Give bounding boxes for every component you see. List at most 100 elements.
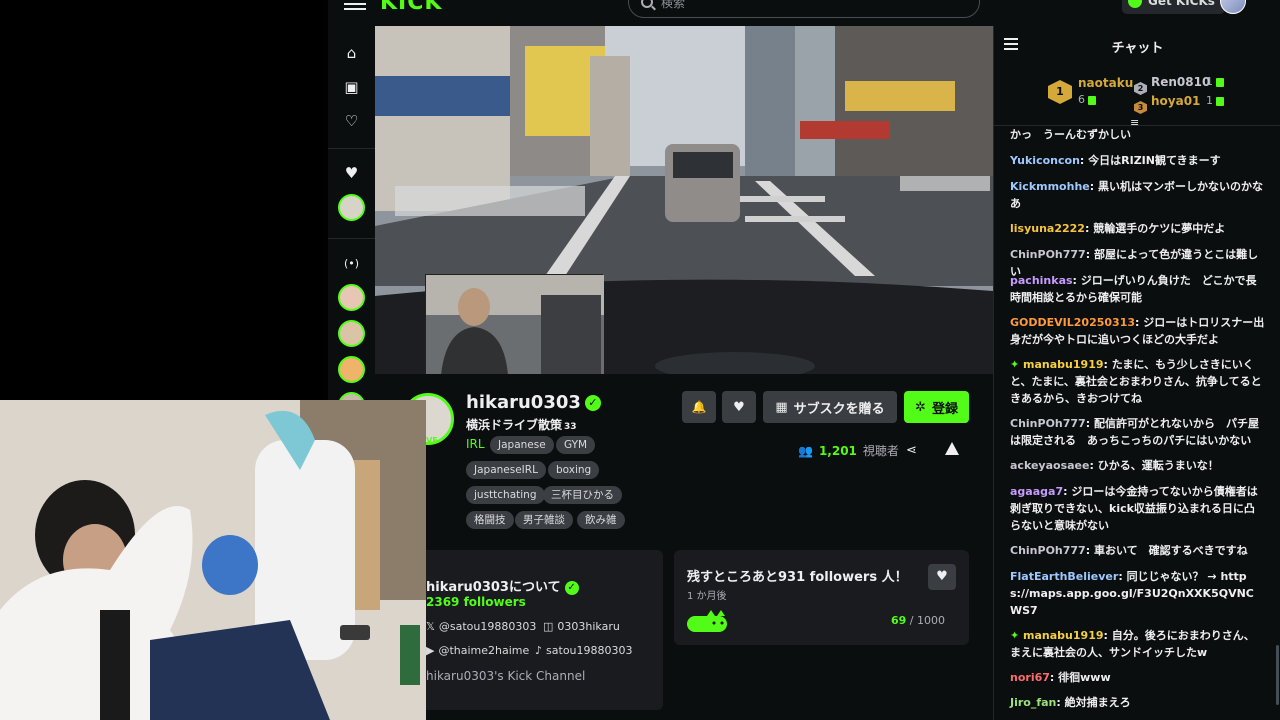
leaderboard-name[interactable]: hoya01 — [1151, 94, 1200, 108]
chat-message: かっ うーんむずかしい — [1010, 126, 1265, 143]
chat-username[interactable]: Yukiconcon — [1010, 154, 1080, 167]
notification-bell-button[interactable]: 🔔 — [682, 391, 716, 423]
browse-icon[interactable]: ▣ — [342, 78, 361, 97]
sparkle-badge-icon: ✦ — [1010, 358, 1024, 371]
category-link[interactable]: IRL — [466, 437, 485, 451]
viewer-count-label: 視聴者 — [862, 444, 899, 458]
chat-text: 今日はRIZIN観てきまーす — [1088, 154, 1221, 167]
chat-title: チャット — [1111, 41, 1164, 56]
youtube-link[interactable]: ▶ @thaime2haime — [426, 644, 529, 657]
stream-title-text: 横浜ドライブ散策 — [466, 418, 563, 432]
recommended-channel-avatar[interactable] — [338, 320, 365, 347]
x-link[interactable]: 𝕏 @satou19880303 — [426, 620, 536, 633]
viewer-count-value: 1,201 — [818, 443, 857, 458]
gift-icon — [1216, 77, 1224, 87]
goal-time: 1 か月後 — [687, 591, 727, 602]
tag-chip[interactable]: GYM — [556, 436, 596, 454]
chat-text: かっ うーんむずかしい — [1010, 128, 1131, 141]
chat-username[interactable]: ackeyaosaee — [1010, 459, 1089, 472]
share-icon[interactable]: ⋖ — [906, 443, 917, 458]
chat-username[interactable]: Kickmmohhe — [1010, 180, 1090, 193]
x-icon: 𝕏 — [426, 620, 435, 633]
chat-username[interactable]: agaaga7 — [1010, 485, 1063, 498]
webcam-overlay — [0, 400, 426, 720]
webcam-frame — [0, 400, 426, 720]
report-warning-icon[interactable] — [945, 442, 959, 455]
goal-progress-text: 69 / 1000 — [891, 614, 945, 627]
about-heading: hikaru0303について ✓ — [426, 576, 579, 595]
chat-panel: チャット 1 naotaku 6 2 Ren0810 1 3 hoya01 1 … — [993, 26, 1280, 720]
chat-username[interactable]: manabu1919 — [1023, 358, 1103, 371]
chat-username[interactable]: lisyuna2222 — [1010, 222, 1085, 235]
following-heart-icon[interactable]: ♡ — [342, 112, 361, 131]
chat-message: ackeyaosaee: ひかる、運転うまいな！ — [1010, 459, 1219, 472]
chat-text: 絶対捕まえろ — [1064, 696, 1131, 709]
tag-chip[interactable]: JapaneseIRL — [466, 461, 546, 479]
tag-chip[interactable]: justtchating — [466, 486, 545, 504]
streamer-name[interactable]: hikaru0303 ✓ — [466, 392, 601, 413]
subscribe-button[interactable]: ✲ 登録 — [904, 391, 969, 423]
tag-chip[interactable]: 飲み雑 — [577, 511, 625, 529]
stream-title-suffix: 33 — [564, 422, 577, 432]
get-kicks-button[interactable]: Get KICKs — [1122, 0, 1225, 14]
followed-channel-avatar[interactable] — [338, 194, 365, 221]
menu-icon[interactable] — [344, 0, 366, 15]
goal-follow-heart-button[interactable]: ♥ — [928, 564, 956, 590]
goal-target: / 1000 — [909, 614, 945, 627]
tag-chip[interactable]: Japanese — [490, 436, 554, 454]
chat-username[interactable]: GODDEVIL20250313 — [1010, 316, 1135, 329]
about-heading-text: hikaru0303について — [426, 580, 561, 595]
goal-mascot-icon — [687, 610, 729, 634]
gift-icon — [1216, 96, 1224, 106]
chat-message: lisyuna2222: 競輪選手のケツに夢中だよ — [1010, 222, 1226, 235]
chat-message: nori67: 徘徊www — [1010, 671, 1111, 684]
recommended-channel-avatar[interactable] — [338, 284, 365, 311]
chat-message: agaaga7: ジローは今金持ってないから債権者は剥ぎ取りできない、kick収… — [1010, 485, 1258, 532]
home-icon[interactable]: ⌂ — [342, 44, 361, 63]
subscribe-star-icon: ✲ — [915, 399, 926, 415]
channel-description: hikaru0303's Kick Channel — [426, 669, 586, 683]
tag-chip[interactable]: 格闘技 — [466, 511, 514, 529]
tag-chip[interactable]: 三杯目ひかる — [543, 486, 622, 504]
instagram-link[interactable]: ◫ 0303hikaru — [543, 620, 620, 633]
recommended-channel-avatar[interactable] — [338, 356, 365, 383]
leaderboard-count: 6 — [1078, 93, 1096, 106]
tag-chip[interactable]: boxing — [548, 461, 600, 479]
chat-username[interactable]: ChinPOh777 — [1010, 248, 1086, 261]
chat-username[interactable]: nori67 — [1010, 671, 1050, 684]
chat-message: Kickmmohhe: 黒い机はマンボーしかないのかなあ — [1010, 180, 1263, 210]
chat-username[interactable]: pachinkas — [1010, 274, 1073, 287]
kick-logo[interactable]: KICK — [380, 0, 442, 15]
chat-text: 徘徊www — [1058, 671, 1111, 684]
leaderboard-count: 1 — [1206, 94, 1224, 107]
sidebar-divider — [328, 238, 375, 239]
chat-message: ✦ manabu1919: たまに、もう少しさきにいくと、たまに、裏社会とおまわ… — [1010, 358, 1262, 405]
tag-chip[interactable]: 男子雑談 — [515, 511, 573, 529]
rank-badge-icon: 1 — [1048, 80, 1072, 104]
goal-current: 69 — [890, 614, 907, 627]
leaderboard-name[interactable]: Ren0810 — [1151, 75, 1210, 89]
follower-goal-card: 残すところあと931 followers 人！ 1 か月後 ♥ 69 / 100… — [674, 550, 969, 645]
search-icon — [641, 0, 653, 8]
chat-username[interactable]: ChinPOh777 — [1010, 544, 1086, 557]
chat-messages: かっ うーんむずかしい Yukiconcon: 今日はRIZIN観てきまーす K… — [994, 126, 1280, 720]
chat-username[interactable]: Jiro_fan — [1010, 696, 1056, 709]
leaderboard-name[interactable]: naotaku — [1078, 76, 1133, 90]
youtube-icon: ▶ — [426, 644, 435, 657]
about-card: hikaru0303について ✓ 2369 followers 𝕏 @satou19… — [413, 550, 663, 710]
chat-username[interactable]: manabu1919 — [1023, 629, 1103, 642]
driver-camera-pip — [425, 274, 604, 375]
search-input[interactable]: 検索 — [628, 0, 980, 18]
verified-badge-icon: ✓ — [564, 580, 579, 595]
tiktok-link[interactable]: ♪ satou19880303 — [535, 644, 633, 657]
gift-sub-button[interactable]: ▦ サブスクを贈る — [763, 391, 897, 423]
chat-username[interactable]: FlatEarthBeliever — [1010, 570, 1118, 583]
stream-title: 横浜ドライブ散策 33 — [466, 416, 577, 433]
chat-scrollbar[interactable] — [1276, 645, 1279, 705]
tiktok-handle: satou19880303 — [546, 644, 633, 657]
follow-heart-button[interactable]: ♥ — [722, 391, 756, 423]
gift-sub-label: サブスクを贈る — [793, 401, 885, 417]
leaderboard-count-value: 1 — [1206, 75, 1213, 88]
get-kicks-label: Get KICKs — [1148, 0, 1215, 8]
chat-username[interactable]: ChinPOh777 — [1010, 417, 1086, 430]
